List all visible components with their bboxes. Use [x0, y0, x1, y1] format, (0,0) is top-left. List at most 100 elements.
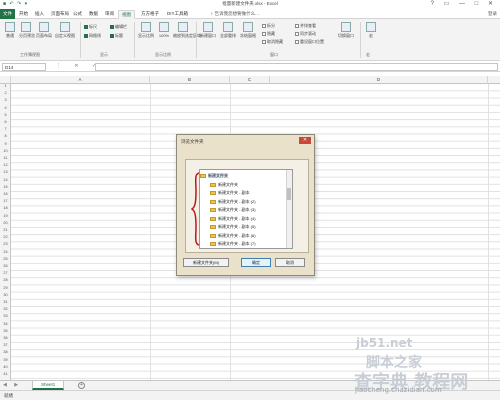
ok-button[interactable]: 确定	[241, 258, 271, 267]
tab-ffgz[interactable]: 方方格子	[138, 10, 162, 19]
tab-insert[interactable]: 插入	[32, 10, 47, 19]
row-header[interactable]: 13	[0, 170, 11, 174]
sign-in-link[interactable]: 登录	[488, 11, 497, 17]
tab-home[interactable]: 开始	[16, 10, 31, 19]
zoom-100-button[interactable]: 100%	[157, 22, 171, 38]
tree-folder-item[interactable]: 新建文件夹 - 副本 (6)	[210, 232, 292, 240]
row-header[interactable]: 12	[0, 163, 11, 167]
row-header[interactable]: 34	[0, 322, 11, 326]
row-header[interactable]: 10	[0, 149, 11, 153]
row-header[interactable]: 27	[0, 271, 11, 275]
row-header[interactable]: 28	[0, 278, 11, 282]
row-header[interactable]: 33	[0, 314, 11, 318]
split-button[interactable]: 拆分	[262, 23, 275, 29]
row-header[interactable]: 11	[0, 156, 11, 160]
tab-review[interactable]: 审阅	[102, 10, 117, 19]
arrange-all-button[interactable]: 全部重排	[219, 22, 237, 38]
row-header[interactable]: 40	[0, 365, 11, 369]
tab-formulas[interactable]: 公式	[70, 10, 85, 19]
row-header[interactable]: 37	[0, 343, 11, 347]
zoom-to-selection-button[interactable]: 缩放到选定区域	[173, 22, 201, 38]
row-header[interactable]: 29	[0, 286, 11, 290]
new-window-button[interactable]: 新建窗口	[199, 22, 217, 38]
column-header-a[interactable]: A	[11, 76, 150, 84]
tab-diy-toolbox[interactable]: DIY工具箱	[164, 10, 191, 19]
tree-scrollbar[interactable]	[286, 170, 292, 248]
unhide-button[interactable]: 取消隐藏	[262, 39, 283, 45]
row-header[interactable]: 16	[0, 192, 11, 196]
page-layout-view-button[interactable]: 页面布局	[36, 22, 52, 38]
tree-folder-item[interactable]: 新建文件夹 - 副本	[210, 189, 292, 197]
row-header[interactable]: 31	[0, 300, 11, 304]
freeze-panes-button[interactable]: 冻结窗格	[239, 22, 257, 38]
gridlines-checkbox[interactable]: 网格线	[84, 33, 101, 39]
row-header[interactable]: 6	[0, 120, 11, 124]
column-header-b[interactable]: B	[150, 76, 230, 84]
tab-file[interactable]: 文件	[0, 9, 15, 19]
row-header[interactable]: 9	[0, 142, 11, 146]
new-folder-button[interactable]: 新建文件夹(M)	[183, 258, 229, 267]
row-header[interactable]: 22	[0, 235, 11, 239]
formula-bar-checkbox[interactable]: 编辑栏	[110, 24, 127, 30]
sheet-tab[interactable]: Sheet1	[32, 381, 65, 390]
row-header[interactable]: 32	[0, 307, 11, 311]
tab-view[interactable]: 视图	[118, 10, 135, 19]
select-all-corner[interactable]	[0, 76, 11, 84]
row-header[interactable]: 26	[0, 264, 11, 268]
tree-folder-item[interactable]: 新建文件夹 - 副本 (4)	[210, 215, 292, 223]
tree-folder-item[interactable]: 新建文件夹 - 副本 (7)	[210, 240, 292, 248]
row-header[interactable]: 5	[0, 113, 11, 117]
row-header[interactable]: 23	[0, 242, 11, 246]
headings-checkbox[interactable]: 标题	[110, 33, 123, 39]
column-header-c[interactable]: C	[230, 76, 270, 84]
tree-root-folder[interactable]: 新建文件夹	[200, 172, 284, 180]
cancel-button[interactable]: 取消	[275, 258, 305, 267]
window-controls[interactable]: ? ▭ — □ ✕	[431, 0, 497, 7]
scrollbar-thumb[interactable]	[287, 188, 291, 200]
row-header[interactable]: 38	[0, 350, 11, 354]
row-header[interactable]: 39	[0, 358, 11, 362]
sheet-nav-arrows[interactable]: ◀ ▶	[3, 382, 21, 388]
tell-me-search[interactable]: ♀ 告诉我您想要做什么...	[210, 11, 259, 17]
name-box[interactable]: D14	[2, 63, 46, 71]
formula-input[interactable]	[95, 63, 498, 71]
page-break-preview-button[interactable]: 分页预览	[19, 22, 35, 38]
hide-button[interactable]: 隐藏	[262, 31, 275, 37]
row-header[interactable]: 3	[0, 98, 11, 102]
row-header[interactable]: 19	[0, 214, 11, 218]
tab-data[interactable]: 数据	[86, 10, 101, 19]
tab-page-layout[interactable]: 页面布局	[48, 10, 72, 19]
row-header[interactable]: 8	[0, 134, 11, 138]
sync-scroll-button[interactable]: 同步滚动	[295, 31, 316, 37]
view-side-by-side-button[interactable]: 并排查看	[295, 23, 316, 29]
switch-windows-button[interactable]: 切换窗口	[336, 22, 356, 38]
row-header[interactable]: 4	[0, 106, 11, 110]
tree-folder-item[interactable]: 新建文件夹	[210, 181, 292, 189]
custom-views-button[interactable]: 自定义视图	[55, 22, 75, 38]
row-header[interactable]: 36	[0, 336, 11, 340]
column-header-d[interactable]: D	[270, 76, 488, 84]
row-header[interactable]: 14	[0, 178, 11, 182]
normal-view-button[interactable]: 普通	[3, 22, 17, 38]
zoom-button[interactable]: 显示比例	[137, 22, 155, 38]
row-header[interactable]: 41	[0, 372, 11, 376]
macros-button[interactable]: 宏	[364, 22, 378, 38]
row-header[interactable]: 1	[0, 84, 11, 88]
row-header[interactable]: 17	[0, 199, 11, 203]
dialog-close-button[interactable]: ✕	[299, 137, 311, 144]
row-header[interactable]: 21	[0, 228, 11, 232]
folder-tree[interactable]: 新建文件夹 新建文件夹 新建文件夹 - 副本 新建文件夹 - 副本 (2) 新建文件夹 …	[199, 169, 293, 249]
tree-folder-item[interactable]: 新建文件夹 - 副本 (3)	[210, 206, 292, 214]
ruler-checkbox[interactable]: 标尺	[84, 24, 97, 30]
reset-window-position-button[interactable]: 重设窗口位置	[295, 39, 324, 45]
tree-folder-item[interactable]: 新建文件夹 - 副本 (2)	[210, 198, 292, 206]
row-header[interactable]: 25	[0, 257, 11, 261]
row-header[interactable]: 2	[0, 91, 11, 95]
add-sheet-button[interactable]: +	[78, 382, 85, 389]
row-header[interactable]: 20	[0, 221, 11, 225]
row-header[interactable]: 30	[0, 293, 11, 297]
tree-folder-item[interactable]: 新建文件夹 - 副本 (5)	[210, 223, 292, 231]
row-header[interactable]: 15	[0, 185, 11, 189]
row-header[interactable]: 35	[0, 329, 11, 333]
row-header[interactable]: 18	[0, 206, 11, 210]
